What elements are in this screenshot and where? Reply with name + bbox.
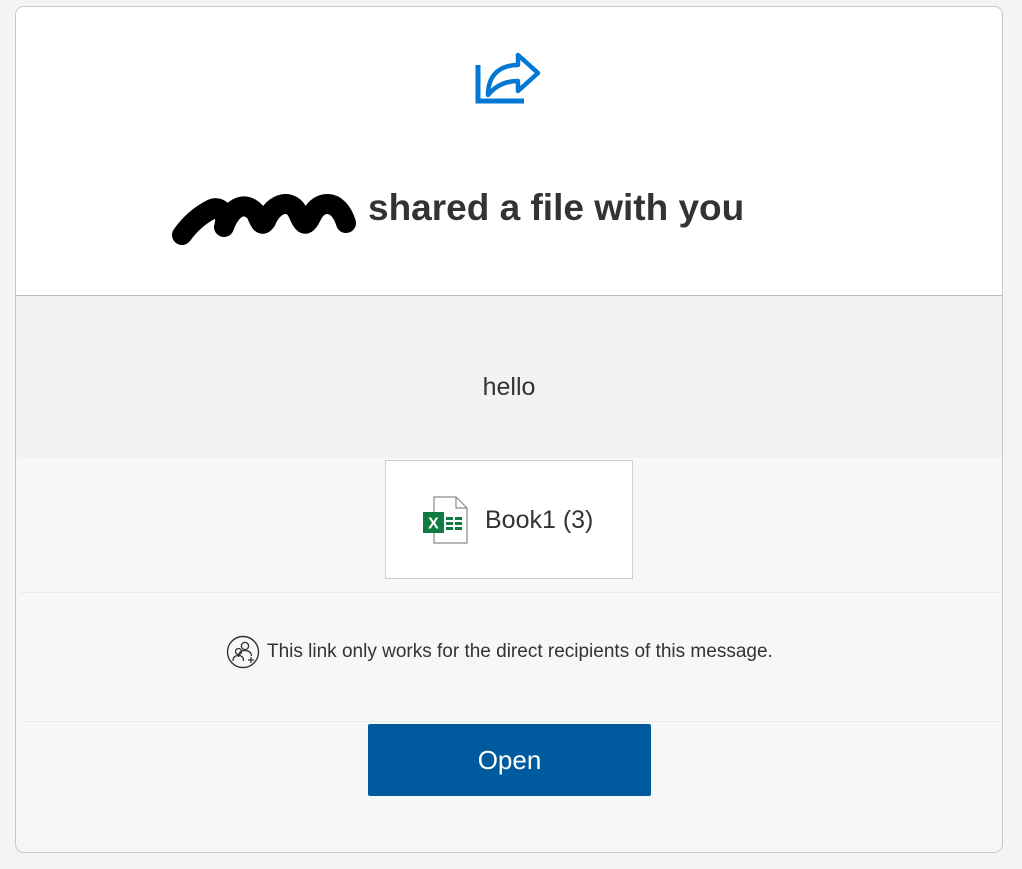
- title-row: shared a file with you: [16, 185, 1002, 245]
- open-button[interactable]: Open: [368, 724, 651, 796]
- share-header: shared a file with you: [16, 7, 1002, 296]
- file-tile[interactable]: X Book1 (3): [385, 460, 633, 579]
- people-icon: [226, 635, 260, 669]
- recipient-notice: This link only works for the direct reci…: [226, 635, 773, 669]
- personal-message: hello: [482, 373, 536, 401]
- message-band: hello: [16, 296, 1002, 458]
- redaction-scribble: [172, 194, 356, 245]
- svg-text:X: X: [428, 516, 439, 533]
- notice-text: This link only works for the direct reci…: [267, 641, 773, 662]
- notice-section: This link only works for the direct reci…: [20, 593, 1000, 722]
- page-title: shared a file with you: [368, 187, 745, 228]
- button-section: Open: [20, 722, 1000, 842]
- excel-file-icon: X: [423, 496, 468, 544]
- share-notification-card: shared a file with you hello X Book1 (3): [15, 6, 1003, 853]
- file-name: Book1 (3): [485, 506, 594, 534]
- share-arrow-icon: [475, 52, 541, 104]
- file-section: X Book1 (3): [20, 458, 1000, 593]
